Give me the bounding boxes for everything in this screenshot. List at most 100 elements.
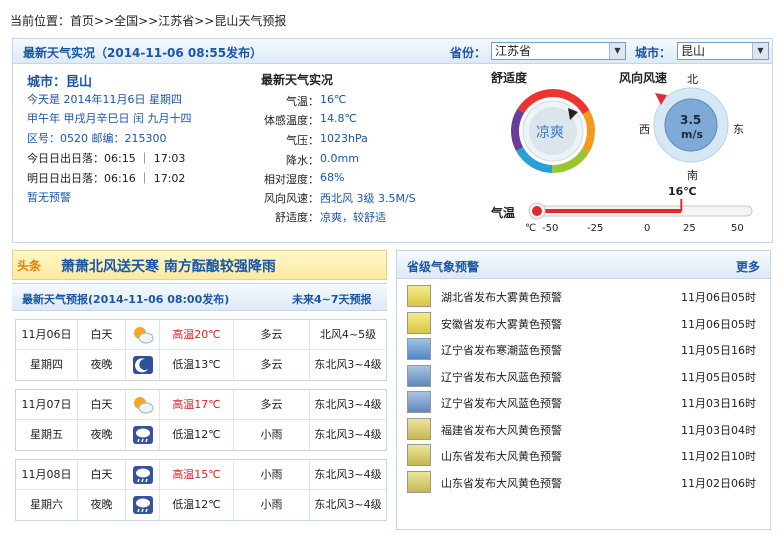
forecast-day: 11月08日 白天 高温15℃ 小雨 东北风3~4级 星期六 夜晚 低温12℃ 小雨 东北风3~4… (15, 459, 387, 521)
wind-unit: m/s (681, 128, 704, 141)
forecast-wind: 东北风3~4级 (314, 498, 382, 511)
warnings-panel: 省级气象预警 更多 湖北省发布大雾黄色预警 11月06日05时 安徽省发布大雾黄色预… (396, 250, 771, 530)
forecast-wind: 北风4~5级 (319, 328, 377, 341)
wind-yellow-icon (407, 417, 431, 440)
province-label: 省份： (450, 46, 487, 60)
warning-time: 11月02日10时 (681, 450, 756, 463)
warnings-header: 省级气象预警 更多 (397, 251, 770, 279)
breadcrumb-prefix: 当前位置： (10, 14, 71, 28)
forecast-day: 11月07日 白天 高温17℃ 多云 东北风3~4级 星期五 夜晚 低温12℃ 小雨 东北风3~4… (15, 389, 387, 451)
thermo-tick: -50 (542, 223, 559, 234)
obs-label: 风向风速： (264, 192, 319, 205)
obs-label: 降水： (286, 154, 319, 167)
thermo-tick: 0 (644, 223, 651, 234)
compass-north: 北 (687, 73, 698, 86)
warning-text[interactable]: 山东省发布大风黄色预警 (441, 448, 562, 464)
forecast-more-link[interactable]: 未来4~7天预报 (292, 291, 372, 307)
warning-item[interactable]: 辽宁省发布大风蓝色预警 11月05日05时 (397, 363, 770, 389)
wind-yellow-icon (407, 444, 431, 466)
forecast-date: 星期五 (16, 420, 78, 450)
warning-item[interactable]: 福建省发布大风黄色预警 11月03日04时 (397, 416, 770, 442)
warning-text[interactable]: 山东省发布大风黄色预警 (441, 475, 562, 491)
obs-value: 16℃ (320, 93, 347, 106)
thermo-label: 气温 (491, 206, 516, 220)
period-label: 夜晚 (78, 420, 126, 450)
sun-cloud-icon (126, 320, 160, 350)
area-codes: 区号：0520 邮编：215300 (27, 132, 167, 145)
alert-status[interactable]: 暂无预警 (27, 189, 71, 205)
forecast-temp: 低温13℃ (160, 350, 234, 380)
comfort-title: 舒适度 (491, 71, 528, 85)
forecast-wind: 东北风3~4级 (314, 358, 382, 371)
forecast-day: 11月06日 白天 高温20℃ 多云 北风4~5级 星期四 夜晚 低温13℃ 多云 东北风3~4级 (15, 319, 387, 381)
forecast-temp: 低温12℃ (160, 490, 234, 520)
moon-icon (126, 350, 160, 380)
forecast-date: 星期四 (16, 350, 78, 380)
wind-title: 风向风速 (619, 71, 668, 85)
fog-yellow-icon (407, 311, 431, 334)
headline-text[interactable]: 萧萧北风送天寒 南方酝酿较强降雨 (61, 256, 276, 276)
obs-value: 14.8℃ (320, 112, 357, 125)
wind-speed: 3.5 (680, 113, 702, 127)
province-select[interactable]: 江苏省 ▼ (491, 42, 626, 60)
period-label: 白天 (78, 390, 126, 420)
forecast-temp: 高温17℃ (160, 390, 234, 420)
chevron-down-icon[interactable]: ▼ (752, 43, 768, 59)
period-label: 夜晚 (78, 350, 126, 380)
warning-item[interactable]: 湖北省发布大雾黄色预警 11月06日05时 (397, 283, 770, 309)
fog-yellow-icon (407, 285, 431, 307)
forecast-weather: 小雨 (234, 490, 310, 520)
wind-blue-icon (407, 391, 431, 413)
warning-text[interactable]: 辽宁省发布寒潮蓝色预警 (441, 342, 562, 358)
warning-item[interactable]: 辽宁省发布大风蓝色预警 11月03日16时 (397, 389, 770, 415)
warning-text[interactable]: 安徽省发布大雾黄色预警 (441, 316, 562, 332)
period-label: 夜晚 (78, 490, 126, 520)
tomorrow-sunrise-sunset: 明日日出日落：06:16 ｜ 17:02 (27, 172, 186, 185)
warning-time: 11月05日05时 (681, 370, 756, 384)
compass-west: 西 (639, 123, 650, 136)
warning-item[interactable]: 山东省发布大风黄色预警 11月02日06时 (397, 469, 770, 495)
city-label: 城市： (635, 46, 672, 60)
thermo-tick: ℃ (525, 223, 537, 234)
province-value: 江苏省 (495, 44, 532, 58)
forecast-title: 最新天气预报(2014-11-06 08:00发布) (22, 293, 230, 306)
thermo-fill (538, 209, 682, 213)
warning-text[interactable]: 福建省发布大风黄色预警 (441, 422, 562, 438)
rain-icon (126, 490, 160, 520)
warning-item[interactable]: 安徽省发布大雾黄色预警 11月06日05时 (397, 310, 770, 336)
warning-text[interactable]: 辽宁省发布大风蓝色预警 (441, 369, 562, 385)
warnings-more-link[interactable]: 更多 (736, 258, 760, 275)
forecast-temp: 高温15℃ (160, 460, 234, 490)
obs-value: 西北风 3级 3.5M/S (320, 192, 416, 205)
thermo-tick: 50 (731, 223, 744, 234)
period-label: 白天 (78, 460, 126, 490)
warning-time: 11月06日05时 (681, 317, 756, 331)
warning-item[interactable]: 山东省发布大风黄色预警 11月02日10时 (397, 442, 770, 468)
forecast-weather: 多云 (234, 390, 310, 420)
headline-banner[interactable]: 头条 萧萧北风送天寒 南方酝酿较强降雨 (12, 250, 387, 280)
forecast-wind: 东北风3~4级 (314, 398, 382, 411)
forecast-row: 星期五 夜晚 低温12℃ 小雨 东北风3~4级 (16, 420, 386, 450)
obs-label: 气压： (286, 134, 319, 147)
today-date: 今天是 2014年11月6日 星期四 (27, 93, 182, 106)
thermo-tick: 25 (683, 223, 696, 234)
thermo-bulb (532, 206, 542, 216)
warning-time: 11月02日06时 (681, 476, 756, 490)
compass-south: 南 (687, 169, 698, 182)
city-select[interactable]: 昆山 ▼ (677, 42, 769, 60)
thermo-tick: -25 (587, 223, 604, 234)
comfort-value: 凉爽 (536, 125, 564, 141)
thermometer (528, 199, 753, 220)
live-weather-panel: 最新天气实况（2014-11-06 08:55发布） 省份： 江苏省 ▼ 城市：… (12, 38, 773, 243)
wind-yellow-icon (407, 470, 431, 493)
chevron-down-icon[interactable]: ▼ (609, 43, 625, 59)
breadcrumb-path[interactable]: 首页>>全国>>江苏省>>昆山天气预报 (70, 14, 286, 28)
forecast-weather: 多云 (234, 350, 310, 380)
live-weather-header: 最新天气实况（2014-11-06 08:55发布） 省份： 江苏省 ▼ 城市：… (13, 39, 772, 64)
thermo-current: 16℃ (668, 185, 697, 198)
warning-time: 11月06日05时 (681, 291, 756, 304)
obs-label: 气温： (286, 95, 319, 108)
warning-text[interactable]: 辽宁省发布大风蓝色预警 (441, 395, 562, 411)
warning-item[interactable]: 辽宁省发布寒潮蓝色预警 11月05日16时 (397, 336, 770, 362)
warning-text[interactable]: 湖北省发布大雾黄色预警 (441, 289, 562, 305)
